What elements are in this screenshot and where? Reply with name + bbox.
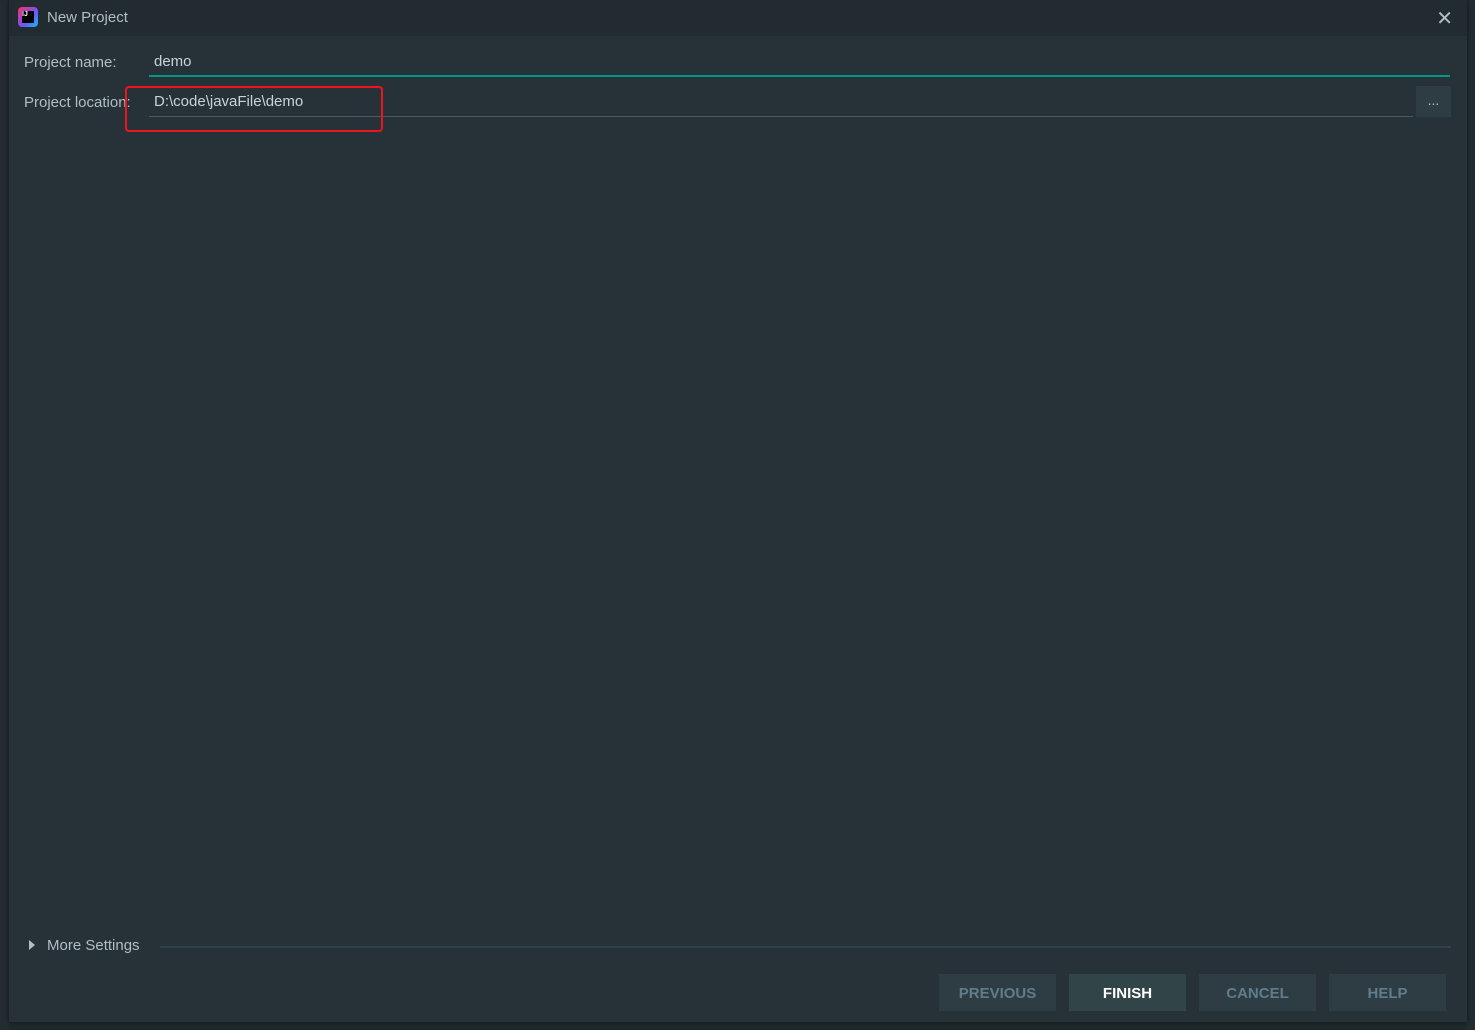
finish-button[interactable]: FINISH <box>1069 974 1186 1011</box>
help-button[interactable]: HELP <box>1329 974 1446 1011</box>
browse-button[interactable]: ... <box>1416 86 1451 117</box>
previous-button[interactable]: PREVIOUS <box>939 974 1056 1011</box>
title-bar: IJ New Project ✕ <box>9 0 1467 36</box>
project-name-input[interactable] <box>149 47 1450 77</box>
new-project-dialog: IJ New Project ✕ Project name: Project l… <box>9 0 1467 1022</box>
project-location-label: Project location: <box>24 94 131 111</box>
expand-triangle-icon <box>29 940 35 950</box>
more-settings-toggle[interactable]: More Settings <box>29 937 140 954</box>
annotation-highlight-box <box>125 86 383 132</box>
background-ide-edge <box>0 0 9 1030</box>
project-name-label: Project name: <box>24 54 117 71</box>
background-ide-edge-right <box>1467 0 1475 1030</box>
divider <box>160 946 1451 948</box>
intellij-logo-icon: IJ <box>18 7 38 27</box>
more-settings-label: More Settings <box>47 937 140 954</box>
close-icon[interactable]: ✕ <box>1436 6 1453 31</box>
cancel-button[interactable]: CANCEL <box>1199 974 1316 1011</box>
dialog-title: New Project <box>47 9 128 26</box>
